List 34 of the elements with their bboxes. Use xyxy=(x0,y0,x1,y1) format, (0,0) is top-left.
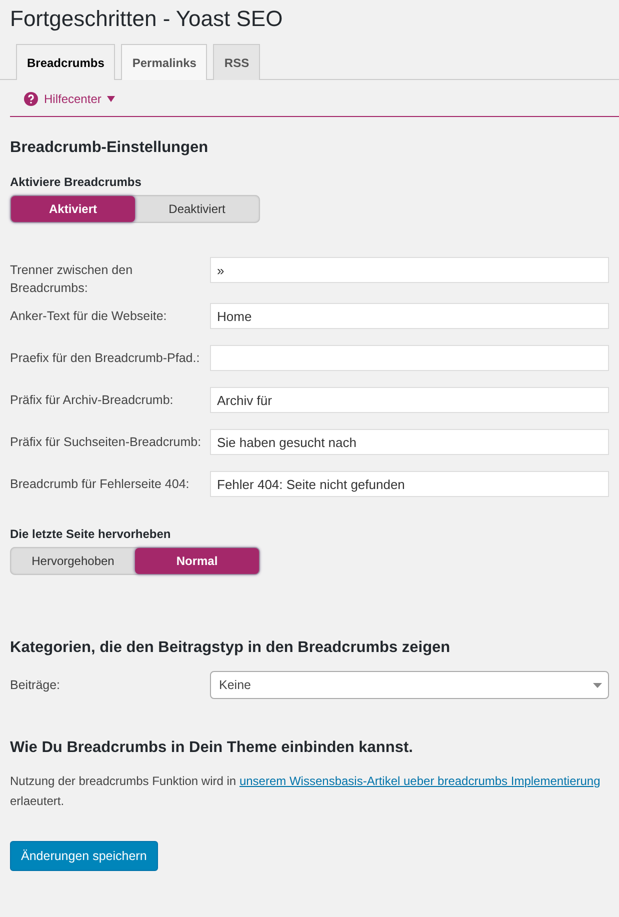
help-icon xyxy=(24,92,38,106)
field-label: Beiträge: xyxy=(10,677,62,694)
section-heading: Wie Du Breadcrumbs in Dein Theme einbinden kannst. xyxy=(10,739,414,757)
help-paragraph: Nutzung der breadcrumbs Funktion wird in unserem Wissensbasis-Artikel ueber breadcrumbs Implementierung erlaeutert. xyxy=(10,773,602,810)
tab[interactable]: Breadcrumbs xyxy=(16,44,116,80)
input-field[interactable] xyxy=(210,345,609,371)
input-field[interactable]: Home xyxy=(210,303,609,329)
section-heading: Breadcrumb-Einstellungen xyxy=(10,139,210,157)
toggle-option[interactable]: Deaktiviert xyxy=(135,196,259,222)
tab[interactable]: RSS xyxy=(213,44,260,80)
field-label: Trenner zwischen den Breadcrumbs: xyxy=(10,262,134,297)
input-field[interactable]: Sie haben gesucht nach xyxy=(210,429,609,455)
toggle-option[interactable]: Aktiviert xyxy=(11,196,135,222)
knowledge-base-link[interactable]: unserem Wissensbasis-Artikel ueber breadcrumbs Implementierung xyxy=(239,774,600,788)
page-title: Fortgeschritten - Yoast SEO xyxy=(10,6,284,32)
help-center-button[interactable]: Hilfecenter xyxy=(24,92,116,106)
dropdown[interactable]: Keine xyxy=(210,671,609,699)
field-label: Präfix für Suchseiten-Breadcrumb: xyxy=(10,434,202,451)
caret-icon xyxy=(593,682,602,688)
field-label: Präfix für Archiv-Breadcrumb: xyxy=(10,392,174,409)
field-label: Anker-Text für die Webseite: xyxy=(10,308,168,325)
toggle-option[interactable]: Normal xyxy=(135,548,259,574)
caret-icon xyxy=(107,96,116,102)
tab[interactable]: Permalinks xyxy=(121,44,208,80)
field-label: Praefix für den Breadcrumb-Pfad.: xyxy=(10,350,201,367)
toggle-option[interactable]: Hervorgehoben xyxy=(11,548,135,574)
input-field[interactable]: Archiv für xyxy=(210,387,609,413)
save-button[interactable]: Änderungen speichern xyxy=(10,841,158,871)
field-label: Breadcrumb für Fehlerseite 404: xyxy=(10,476,190,493)
field-label: Aktiviere Breadcrumbs xyxy=(10,175,142,189)
input-field[interactable]: » xyxy=(210,257,609,283)
section-heading: Kategorien, die den Beitragstyp in den Breadcrumbs zeigen xyxy=(10,639,452,657)
field-label: Die letzte Seite hervorheben xyxy=(10,527,172,541)
input-field[interactable]: Fehler 404: Seite nicht gefunden xyxy=(210,471,609,497)
